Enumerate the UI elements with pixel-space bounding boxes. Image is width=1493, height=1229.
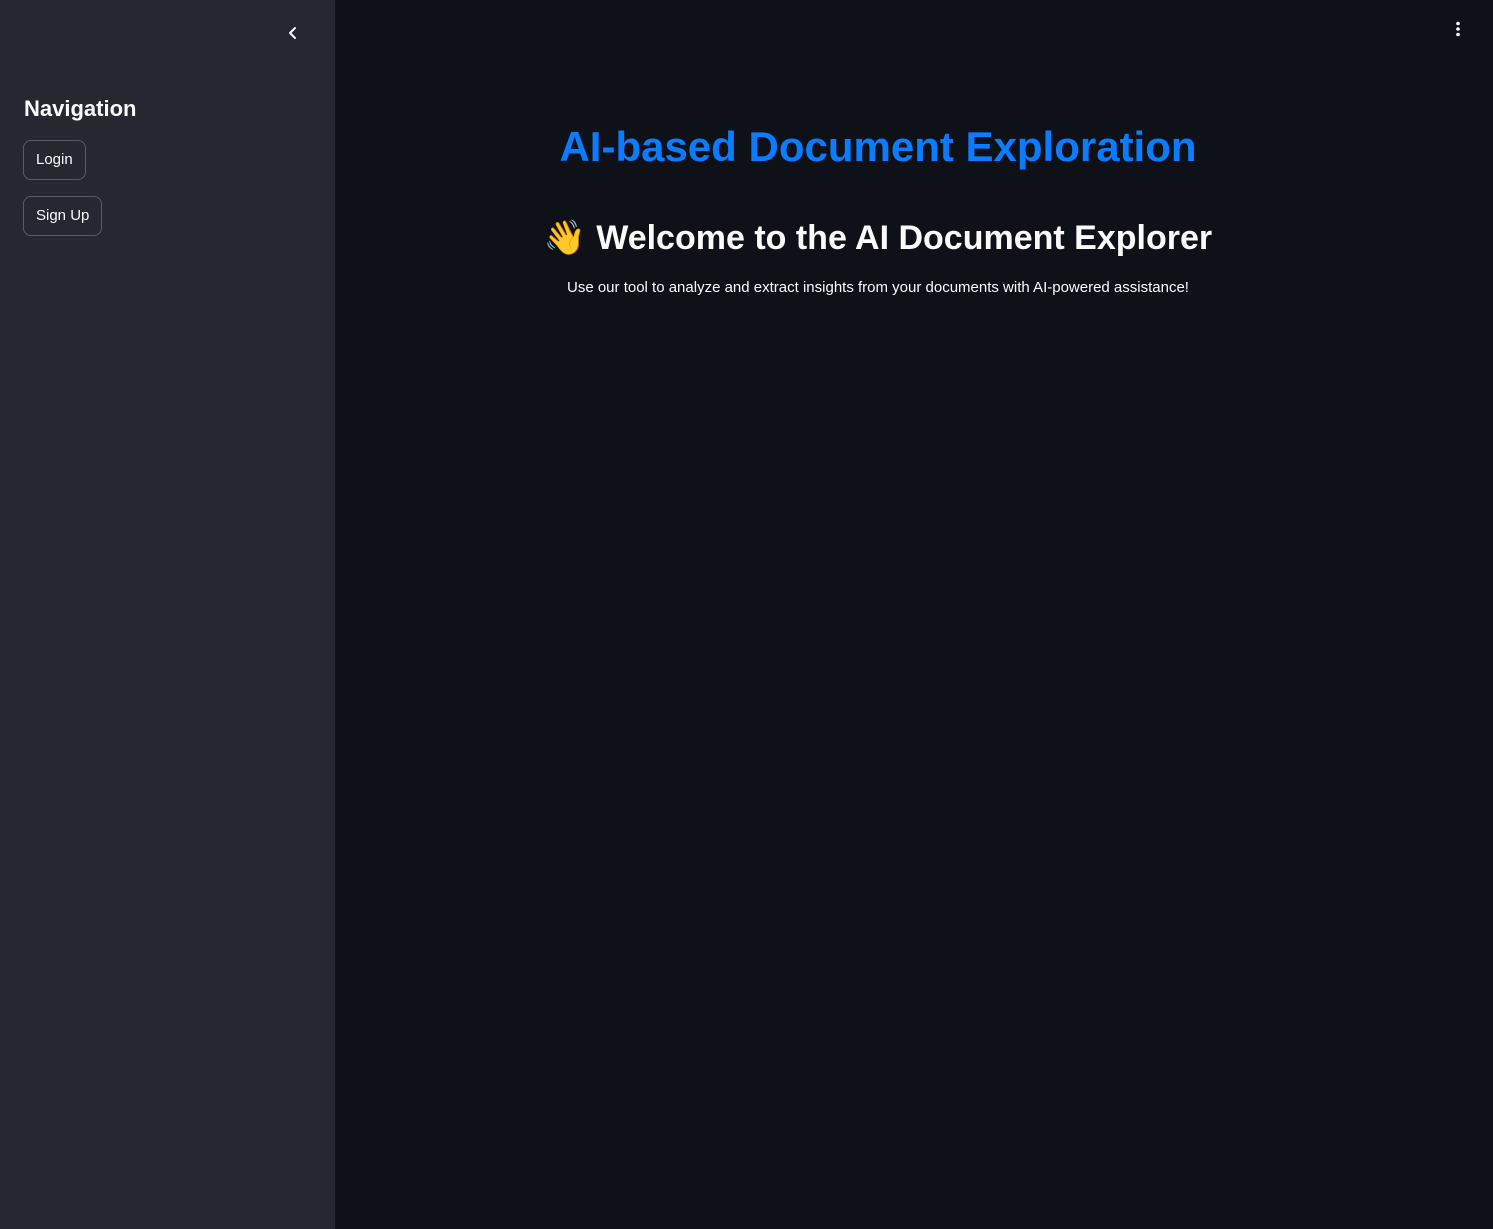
sign-up-button[interactable]: Sign Up <box>23 196 103 236</box>
subtitle-text: Use our tool to analyze and extract insi… <box>567 279 1189 296</box>
welcome-heading: 👋 Welcome to the AI Document Explorer <box>335 212 1421 264</box>
sidebar: Navigation Login Sign Up <box>0 0 335 1229</box>
main-menu-button[interactable] <box>1445 18 1471 44</box>
collapse-sidebar-button[interactable] <box>280 22 306 48</box>
page-title: AI-based Document Exploration <box>559 123 1197 170</box>
welcome-text: Welcome to the AI Document Explorer <box>596 219 1213 257</box>
sidebar-heading: Navigation <box>24 96 137 121</box>
vertical-ellipsis-icon <box>1455 21 1461 42</box>
login-button[interactable]: Login <box>23 140 86 180</box>
chevron-left-icon <box>286 26 300 45</box>
main-content: AI-based Document Exploration 👋 Welcome t… <box>335 0 1493 1229</box>
app-root: Navigation Login Sign Up AI-based Docume… <box>0 0 1493 1229</box>
waving-hand-icon: 👋 <box>543 219 587 257</box>
